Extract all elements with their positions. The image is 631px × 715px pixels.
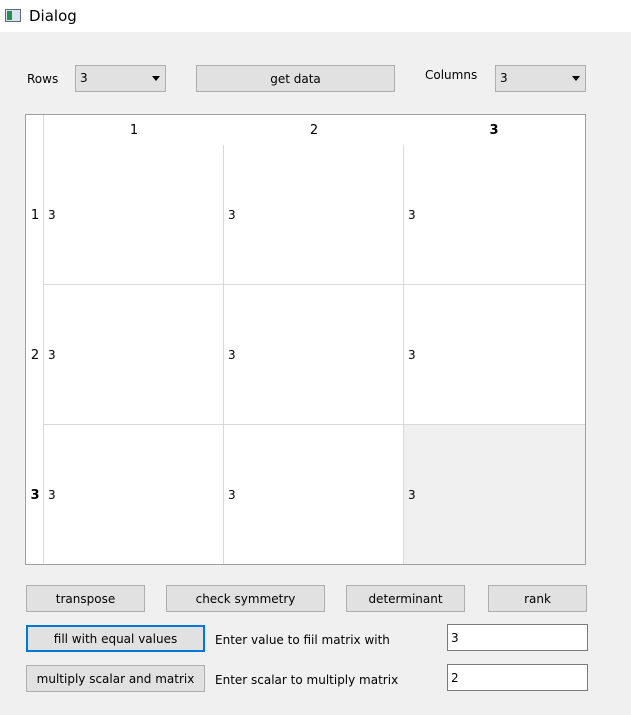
scalar-input[interactable] (447, 664, 588, 691)
cell-value: 3 (408, 207, 416, 222)
columns-combobox-value: 3 (500, 71, 508, 85)
table-cell[interactable]: 3 (224, 425, 404, 564)
row-header[interactable]: 2 (26, 348, 44, 363)
matrix-table[interactable]: 1 2 3 1 2 3 3 3 3 3 3 3 3 3 3 (25, 114, 586, 565)
check-symmetry-button[interactable]: check symmetry (166, 585, 325, 612)
rows-combobox-value: 3 (80, 71, 88, 85)
cell-value: 3 (48, 207, 56, 222)
column-header[interactable]: 1 (44, 123, 224, 138)
title-bar: Dialog (0, 0, 631, 32)
table-cell[interactable]: 3 (404, 145, 585, 285)
app-window-icon (5, 9, 21, 22)
rows-combobox[interactable]: 3 (75, 65, 166, 92)
scalar-label: Enter scalar to multiply matrix (215, 673, 399, 687)
column-header[interactable]: 3 (404, 123, 584, 138)
get-data-button[interactable]: get data (196, 65, 395, 92)
column-header[interactable]: 2 (224, 123, 404, 138)
row-header[interactable]: 1 (26, 208, 44, 223)
cell-value: 3 (48, 347, 56, 362)
table-cell[interactable]: 3 (224, 285, 404, 425)
rows-label: Rows (27, 72, 59, 86)
cell-value: 3 (408, 347, 416, 362)
fill-value-input[interactable] (447, 624, 588, 651)
table-cell[interactable]: 3 (44, 425, 224, 564)
row-header[interactable]: 3 (26, 488, 44, 503)
columns-label: Columns (425, 68, 478, 82)
window-title: Dialog (29, 7, 77, 25)
cell-value: 3 (228, 207, 236, 222)
fill-value-label: Enter value to fiil matrix with (215, 633, 390, 647)
cell-value: 3 (228, 487, 236, 502)
chevron-down-icon (152, 76, 160, 81)
cell-value: 3 (48, 487, 56, 502)
determinant-button[interactable]: determinant (346, 585, 465, 612)
multiply-scalar-button[interactable]: multiply scalar and matrix (26, 665, 205, 692)
cell-value: 3 (408, 487, 416, 502)
table-cell[interactable]: 3 (44, 145, 224, 285)
table-cell[interactable]: 3 (224, 145, 404, 285)
table-cell[interactable]: 3 (404, 285, 585, 425)
chevron-down-icon (572, 76, 580, 81)
cell-value: 3 (228, 347, 236, 362)
columns-combobox[interactable]: 3 (495, 65, 586, 92)
rank-button[interactable]: rank (488, 585, 587, 612)
table-cell-current[interactable]: 3 (404, 425, 585, 564)
fill-equal-values-button[interactable]: fill with equal values (26, 625, 205, 652)
transpose-button[interactable]: transpose (26, 585, 145, 612)
table-cell[interactable]: 3 (44, 285, 224, 425)
